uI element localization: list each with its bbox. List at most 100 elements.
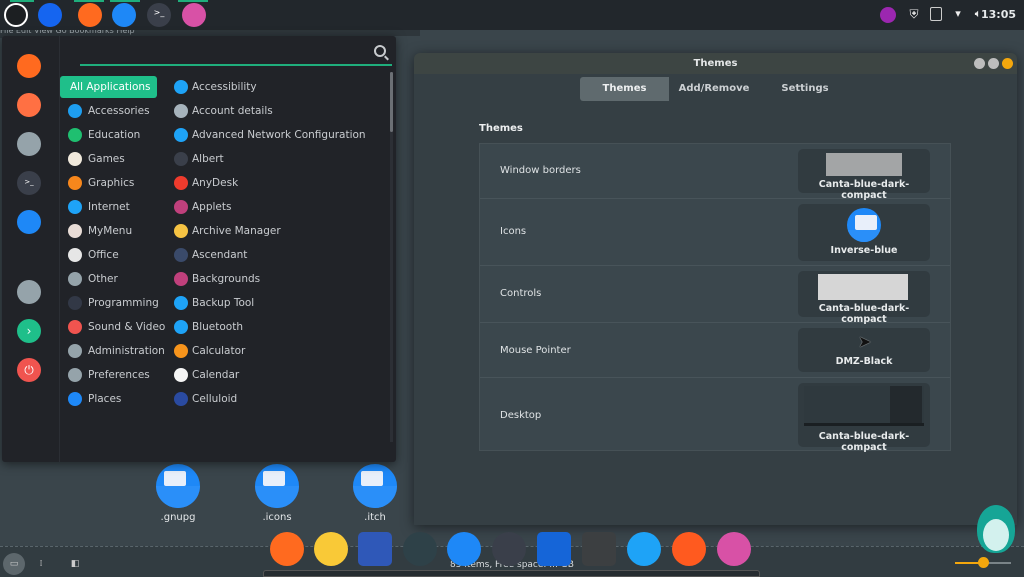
terminal-icon[interactable]: >_: [17, 171, 41, 195]
shield-icon[interactable]: ⛨: [906, 7, 922, 23]
category-item[interactable]: Accessories: [60, 100, 158, 122]
category-icon: [68, 104, 82, 118]
application-item[interactable]: Celluloid: [166, 388, 237, 410]
application-item[interactable]: Calendar: [166, 364, 239, 386]
tab-settings[interactable]: Settings: [759, 77, 851, 101]
folder-icon: [156, 464, 200, 508]
application-item[interactable]: Albert: [166, 148, 224, 170]
theme-row-desktop: Desktop Canta-blue-dark-compact: [480, 378, 950, 453]
application-item[interactable]: Backgrounds: [166, 268, 260, 290]
shop-icon[interactable]: [17, 93, 41, 117]
application-icon: [174, 296, 188, 310]
blue-app-icon[interactable]: [38, 3, 62, 27]
video-editor-icon[interactable]: [358, 532, 392, 566]
theme-app-icon[interactable]: [717, 532, 751, 566]
minimize-button[interactable]: [974, 58, 985, 69]
search-icon[interactable]: [374, 45, 386, 57]
application-icon: [174, 392, 188, 406]
category-item[interactable]: Office: [60, 244, 158, 266]
files-icon[interactable]: [112, 3, 136, 27]
joplin-icon[interactable]: [537, 532, 571, 566]
category-item[interactable]: Sound & Video: [60, 316, 165, 338]
window-borders-chooser[interactable]: Canta-blue-dark-compact: [798, 149, 930, 201]
category-icon: [68, 272, 82, 286]
application-item[interactable]: Accessibility: [166, 76, 257, 98]
zoom-slider-knob[interactable]: [978, 557, 989, 568]
sidebar-toggle-button[interactable]: ◧: [64, 553, 86, 575]
icons-chooser[interactable]: Inverse-blue: [798, 204, 930, 261]
active-indicator: [74, 0, 104, 2]
window-title: Themes: [693, 58, 738, 69]
tree-view-button[interactable]: ⁞: [30, 553, 52, 575]
cpu-x-icon[interactable]: [627, 532, 661, 566]
category-item[interactable]: Other: [60, 268, 158, 290]
application-item[interactable]: Bluetooth: [166, 316, 243, 338]
application-item[interactable]: Advanced Network Configuration: [166, 124, 366, 146]
scrollbar[interactable]: [390, 72, 393, 442]
category-item[interactable]: Places: [60, 388, 158, 410]
drive-icon[interactable]: [930, 7, 942, 21]
category-item[interactable]: Programming: [60, 292, 159, 314]
category-item[interactable]: All Applications: [60, 76, 157, 98]
zoom-slider[interactable]: [955, 557, 1011, 568]
category-item[interactable]: Internet: [60, 196, 158, 218]
window-titlebar[interactable]: Themes: [414, 53, 1017, 74]
category-icon: [68, 320, 82, 334]
theme-app-icon[interactable]: [182, 3, 206, 27]
top-panel: >_ ⛨ ▾ 🔈︎ 13:05: [0, 0, 1024, 30]
mouse-pointer-chooser[interactable]: ➤ DMZ-Black: [798, 328, 930, 372]
close-button[interactable]: [1002, 58, 1013, 69]
recorder-icon[interactable]: [672, 532, 706, 566]
file-item[interactable]: .itch: [345, 464, 405, 523]
penguin-mascot-icon[interactable]: [977, 505, 1015, 553]
application-item[interactable]: Archive Manager: [166, 220, 281, 242]
category-item[interactable]: Education: [60, 124, 158, 146]
clock[interactable]: 13:05: [981, 8, 1016, 21]
application-item[interactable]: Account details: [166, 100, 273, 122]
files-icon[interactable]: [447, 532, 481, 566]
logout-icon[interactable]: ›: [17, 319, 41, 343]
linux-mint-menu-icon[interactable]: [4, 3, 28, 27]
files-icon[interactable]: [17, 210, 41, 234]
terminal-icon[interactable]: >_: [147, 3, 171, 27]
tab-themes[interactable]: Themes: [580, 77, 669, 101]
firefox-icon[interactable]: [78, 3, 102, 27]
firefox-lightning-icon[interactable]: [880, 7, 896, 23]
application-item[interactable]: Applets: [166, 196, 231, 218]
category-item[interactable]: Preferences: [60, 364, 158, 386]
category-item[interactable]: Graphics: [60, 172, 158, 194]
scrollbar-thumb[interactable]: [390, 72, 393, 132]
application-label: Accessibility: [192, 81, 257, 93]
application-label: Backup Tool: [192, 297, 255, 309]
desktop-chooser[interactable]: Canta-blue-dark-compact: [798, 383, 930, 453]
file-item[interactable]: .gnupg: [148, 464, 208, 523]
controls-chooser[interactable]: Canta-blue-dark-compact: [798, 271, 930, 325]
firefox-icon[interactable]: [17, 54, 41, 78]
maximize-button[interactable]: [988, 58, 999, 69]
row-label: Desktop: [500, 410, 542, 421]
terminal-icon[interactable]: [492, 532, 526, 566]
category-item[interactable]: Games: [60, 148, 158, 170]
search-input[interactable]: [84, 44, 364, 62]
category-label: Accessories: [88, 105, 150, 117]
places-toggle-button[interactable]: ▭: [3, 553, 25, 575]
stacer-icon[interactable]: [403, 532, 437, 566]
notes-icon[interactable]: [314, 532, 348, 566]
chooser-value: Canta-blue-dark-compact: [818, 431, 910, 453]
category-item[interactable]: MyMenu: [60, 220, 158, 242]
settings-icon[interactable]: [17, 132, 41, 156]
tab-add-remove[interactable]: Add/Remove: [669, 77, 759, 101]
file-item[interactable]: .icons: [247, 464, 307, 523]
application-item[interactable]: Ascendant: [166, 244, 247, 266]
application-item[interactable]: Backup Tool: [166, 292, 254, 314]
wifi-icon[interactable]: ▾: [950, 7, 966, 23]
application-item[interactable]: AnyDesk: [166, 172, 238, 194]
firefox-icon[interactable]: [270, 532, 304, 566]
sublime-icon[interactable]: [582, 532, 616, 566]
search-box[interactable]: [80, 42, 392, 66]
application-icon: [174, 176, 188, 190]
application-item[interactable]: Calculator: [166, 340, 245, 362]
category-item[interactable]: Administration: [60, 340, 165, 362]
power-icon[interactable]: ⏻: [17, 358, 41, 382]
lock-icon[interactable]: [17, 280, 41, 304]
